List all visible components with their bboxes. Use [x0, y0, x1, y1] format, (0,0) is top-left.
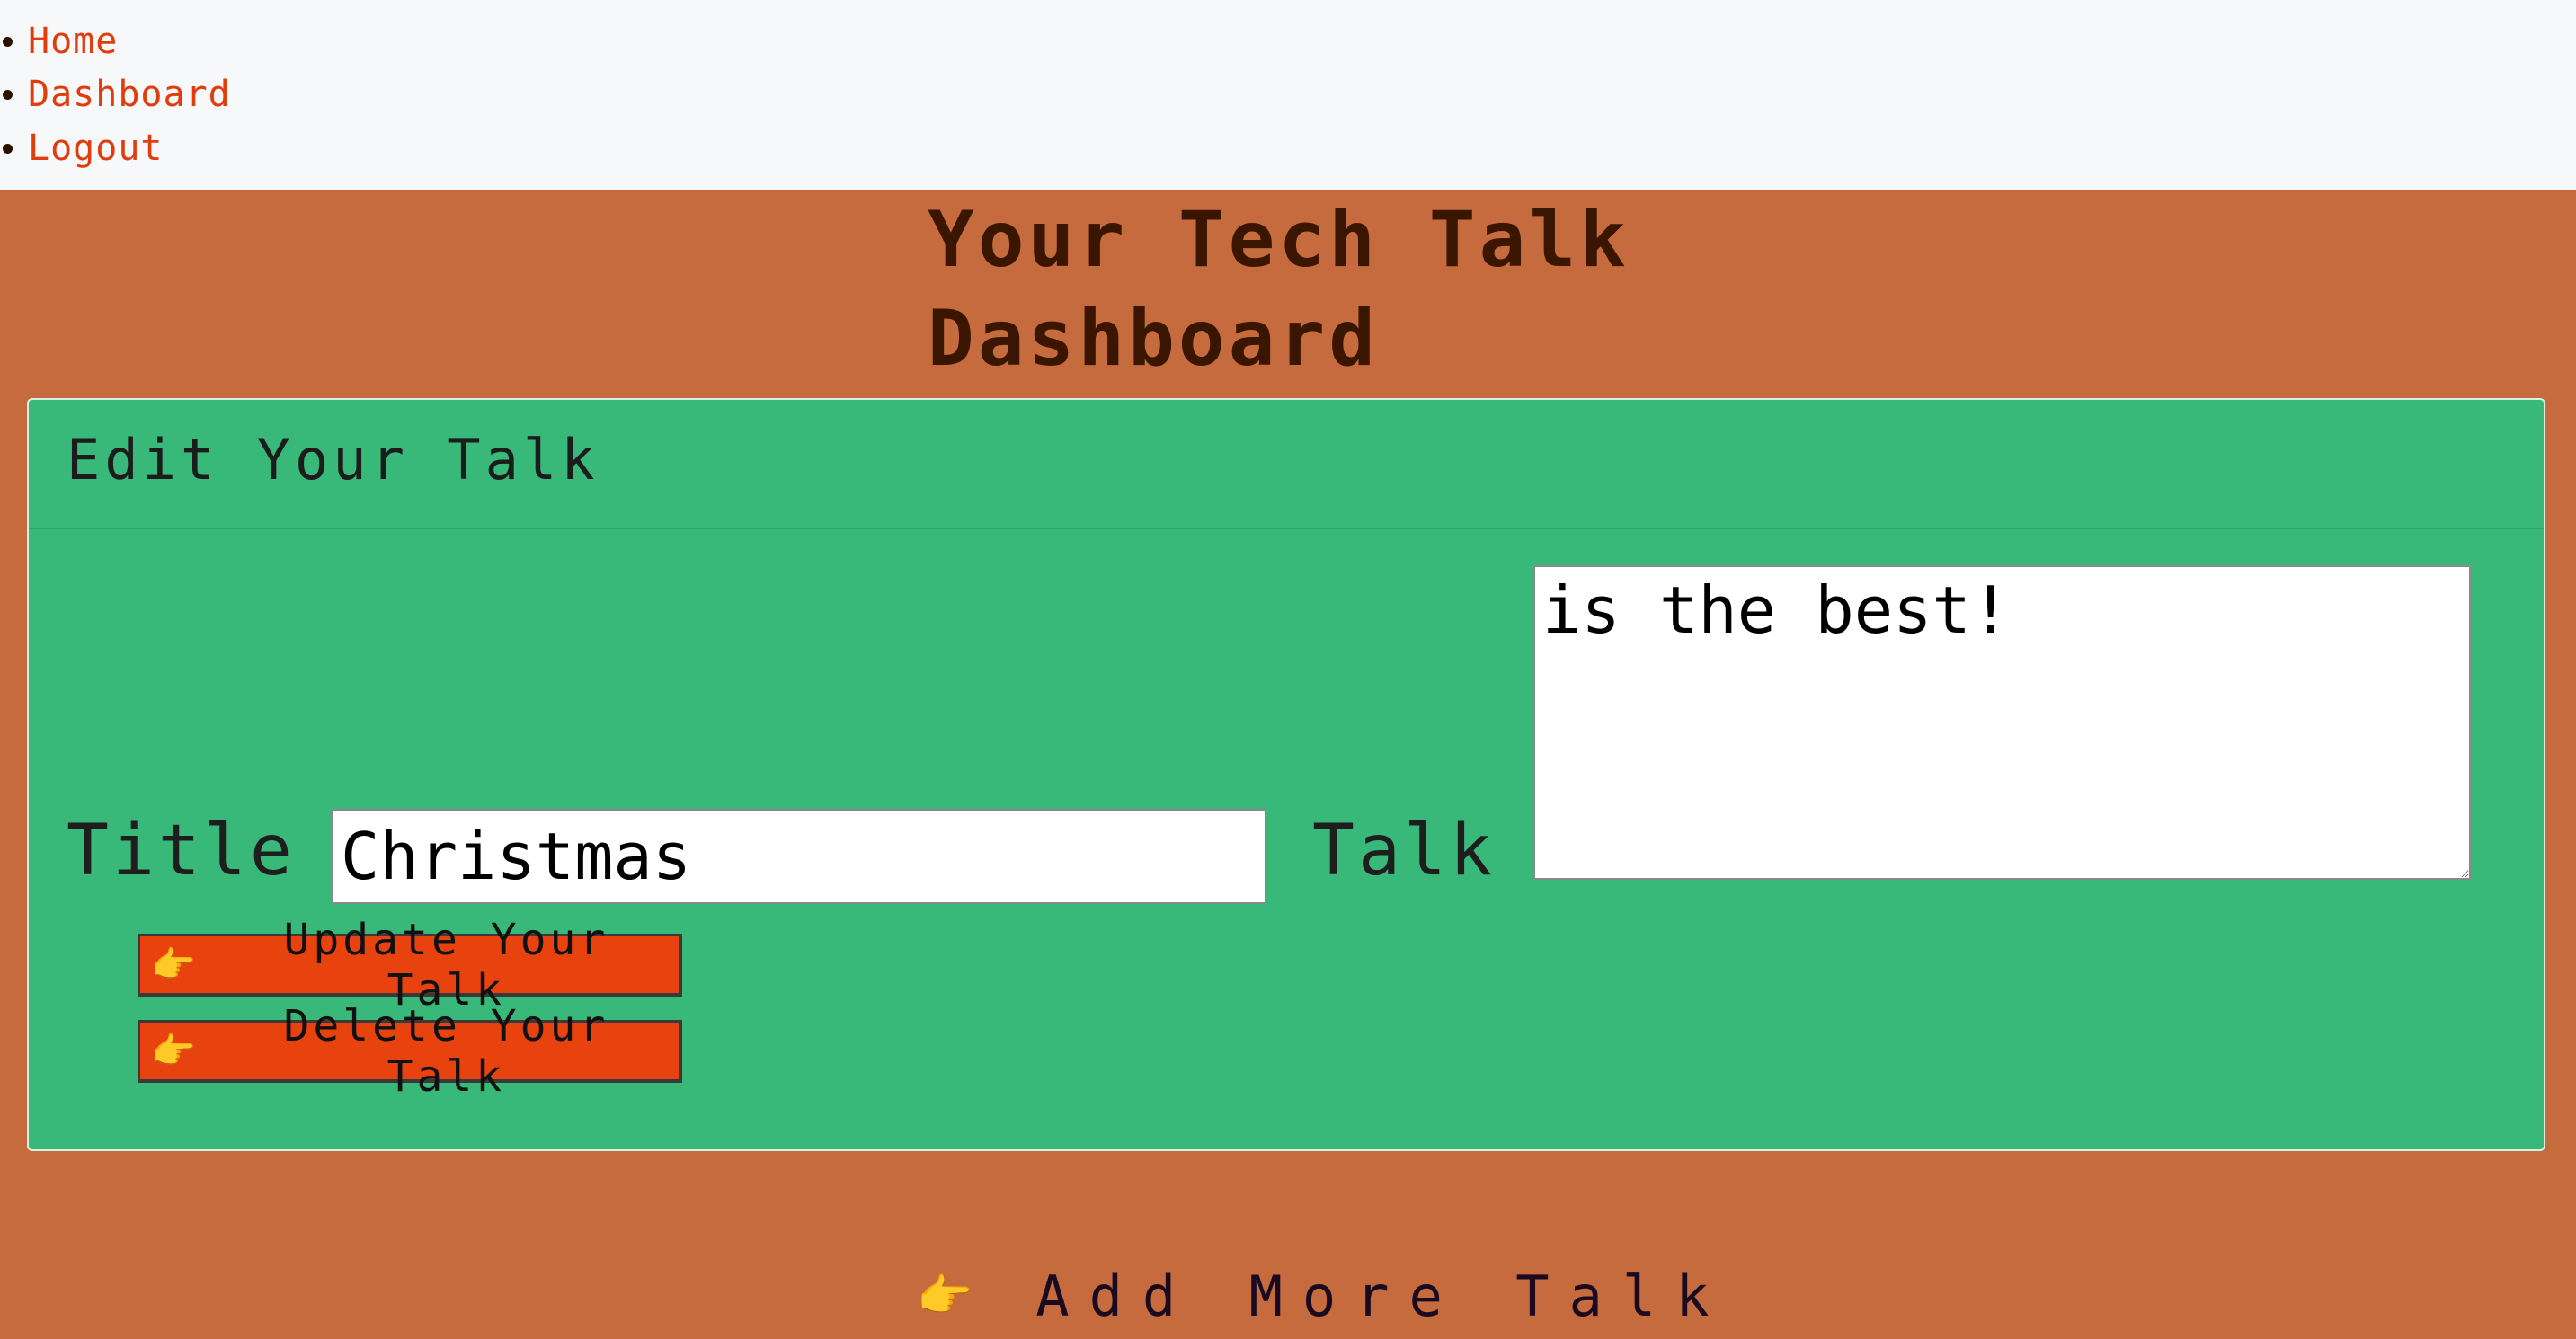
talk-label: Talk — [1312, 811, 1496, 891]
pointing-hand-icon: 👉 — [151, 944, 196, 986]
card-header-title: Edit Your Talk — [67, 427, 600, 492]
add-more-talk-label: Add More Talk — [1035, 1264, 1729, 1329]
nav-item-logout: Logout — [0, 122, 164, 174]
pointing-hand-icon: 👉 — [151, 1031, 196, 1072]
delete-talk-button[interactable]: 👉 Delete Your Talk — [138, 1001, 682, 1102]
pointing-hand-icon: 👉 — [917, 1270, 973, 1322]
bullet-icon — [3, 143, 13, 154]
card-header: Edit Your Talk — [29, 400, 2544, 529]
nav-item-dashboard: Dashboard — [0, 68, 231, 120]
add-more-talk-link[interactable]: 👉 Add More Talk — [917, 1264, 1729, 1329]
update-talk-button[interactable]: 👉 Update Your Talk — [138, 915, 682, 1015]
nav-link-home[interactable]: Home — [28, 21, 118, 62]
top-nav: Home Dashboard Logout — [0, 0, 2576, 190]
bullet-icon — [3, 89, 13, 100]
nav-link-dashboard[interactable]: Dashboard — [28, 74, 231, 115]
talk-textarea[interactable]: is the best! — [1533, 565, 2471, 880]
bullet-icon — [3, 36, 13, 47]
page-title: Your Tech Talk Dashboard — [928, 195, 1630, 384]
edit-talk-card: Edit Your Talk Title Talk is the best! 👉… — [27, 398, 2545, 1151]
delete-talk-button-label: Delete Your Talk — [283, 1000, 609, 1102]
nav-item-home: Home — [0, 15, 118, 67]
nav-link-logout[interactable]: Logout — [28, 128, 164, 169]
title-input[interactable] — [332, 809, 1266, 904]
title-label: Title — [67, 811, 296, 891]
